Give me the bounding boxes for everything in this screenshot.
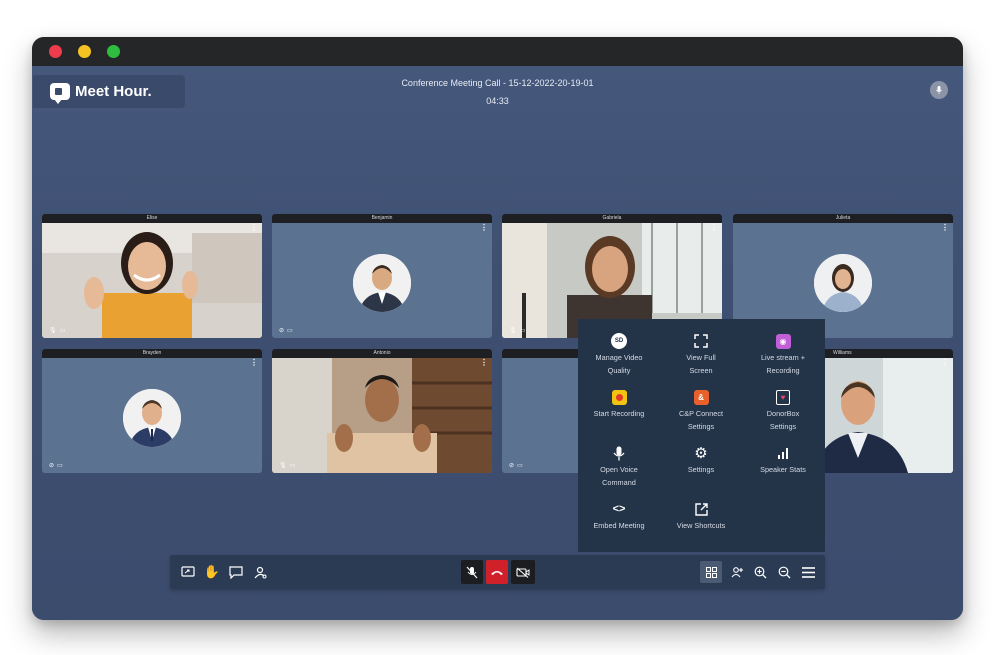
tile-status: 🎙 ▭ (509, 327, 525, 334)
mic-off-icon: ⊘ (509, 463, 515, 469)
tile-menu-icon[interactable]: ⋮ (941, 224, 949, 232)
microphone-icon (936, 86, 942, 94)
cp-connect-icon: & (693, 389, 709, 405)
invite-button[interactable] (727, 562, 747, 582)
camera-off-icon: ▭ (287, 328, 293, 334)
mute-camera-button[interactable] (511, 560, 535, 584)
meeting-title: Conference Meeting Call - 15-12-2022-20-… (401, 78, 594, 88)
tile-status: ⊘ ▭ (49, 462, 63, 469)
camera-off-icon: ▭ (57, 463, 63, 469)
participant-name: Gabriela (502, 214, 722, 223)
hang-up-button[interactable] (486, 560, 508, 584)
tile-menu-icon[interactable]: ⋮ (480, 224, 488, 232)
tile-view-button[interactable] (700, 561, 722, 583)
chat-button[interactable] (226, 562, 246, 582)
minimize-window-button[interactable] (78, 45, 91, 58)
camera-off-icon: ▭ (289, 463, 296, 469)
sd-icon: SD (611, 333, 627, 349)
more-actions-menu: SD Manage Video Quality View Full Screen… (578, 319, 825, 552)
maximize-window-button[interactable] (107, 45, 120, 58)
tile-menu-icon[interactable]: ⋮ (250, 359, 258, 367)
menu-item-settings[interactable]: ⚙ Settings (660, 445, 742, 476)
camera-on-icon: ▭ (519, 328, 526, 334)
avatar (123, 389, 181, 448)
record-icon (611, 389, 627, 405)
external-link-icon (693, 501, 709, 517)
tile-status: ⊘ ▭ (279, 327, 293, 334)
mic-on-icon: 🎙 (49, 328, 57, 334)
grid-icon (705, 566, 717, 578)
avatar (814, 254, 872, 313)
zoom-in-icon (754, 566, 766, 578)
menu-item-embed-meeting[interactable]: <> Embed Meeting (578, 501, 660, 532)
participant-name: Brayden (42, 349, 262, 358)
menu-item-open-voice-command[interactable]: Open Voice Command (578, 445, 660, 489)
menu-item-donorbox-settings[interactable]: ♥ DonorBox Settings (742, 389, 824, 433)
camera-on-icon: ▭ (59, 328, 66, 334)
tile-status: ⊘ ▭ (509, 462, 523, 469)
mic-on-icon: 🎙 (509, 328, 517, 334)
mic-off-icon: ⊘ (49, 463, 55, 469)
zoom-out-icon (778, 566, 790, 578)
tile-menu-icon[interactable]: ⋮ (480, 359, 488, 367)
window-titlebar (32, 37, 963, 66)
add-people-icon (731, 567, 743, 578)
mute-microphone-button[interactable] (461, 560, 483, 584)
menu-item-speaker-stats[interactable]: Speaker Stats (742, 445, 824, 476)
chat-icon (229, 565, 243, 579)
zoom-out-button[interactable] (774, 562, 794, 582)
tile-status: 🎙 ▭ (279, 462, 295, 469)
camera-muted-icon (516, 567, 530, 578)
more-actions-button[interactable] (798, 562, 818, 582)
menu-item-cp-connect-settings[interactable]: & C&P Connect Settings (660, 389, 742, 433)
user-settings-icon (254, 566, 266, 578)
fullscreen-icon (693, 333, 709, 349)
mic-on-icon: 🎙 (279, 463, 287, 469)
share-screen-button[interactable] (178, 562, 198, 582)
hamburger-menu-icon (801, 566, 815, 578)
meeting-app: Meet Hour. Conference Meeting Call - 15-… (32, 66, 963, 620)
participant-name: Antonio (272, 349, 492, 358)
hang-up-icon (491, 571, 503, 575)
audio-indicator-button[interactable] (930, 81, 948, 99)
participant-tile[interactable]: Brayden ⋮ ⊘ ▭ (42, 349, 262, 473)
participant-video (42, 223, 262, 338)
participant-name: Benjamin (272, 214, 492, 223)
participant-tile[interactable]: Antonio ⋮ 🎙 ▭ (272, 349, 492, 473)
tile-menu-icon[interactable]: ⋮ (941, 359, 949, 367)
zoom-in-button[interactable] (750, 562, 770, 582)
gear-icon: ⚙ (694, 444, 708, 462)
microphone-muted-icon (466, 566, 478, 578)
menu-item-view-shortcuts[interactable]: View Shortcuts (660, 501, 742, 532)
meeting-timer: 04:33 (486, 96, 509, 106)
camera-off-icon: ▭ (517, 463, 523, 469)
donorbox-icon: ♥ (775, 389, 791, 405)
participant-tile[interactable]: Elise ⋮ 🎙 ▭ (42, 214, 262, 338)
meeting-toolbar: ✋ (170, 555, 825, 589)
microphone-icon (611, 445, 627, 461)
app-window: Meet Hour. Conference Meeting Call - 15-… (32, 37, 963, 620)
participant-video (272, 358, 492, 473)
menu-item-manage-video-quality[interactable]: SD Manage Video Quality (578, 333, 660, 377)
bar-chart-icon (775, 445, 791, 461)
code-icon: <> (612, 502, 626, 515)
tile-status: 🎙 ▭ (49, 327, 65, 334)
menu-item-view-full-screen[interactable]: View Full Screen (660, 333, 742, 377)
raise-hand-button[interactable]: ✋ (202, 562, 222, 582)
tile-menu-icon[interactable]: ⋮ (250, 224, 258, 232)
hand-icon: ✋ (203, 564, 221, 579)
tile-menu-icon[interactable]: ⋮ (710, 224, 718, 232)
participants-button[interactable] (250, 562, 270, 582)
screen-share-icon (181, 566, 195, 577)
menu-item-start-recording[interactable]: Start Recording (578, 389, 660, 420)
avatar (353, 254, 411, 313)
live-stream-icon: ◉ (775, 333, 791, 349)
close-window-button[interactable] (49, 45, 62, 58)
participant-name: Julieta (733, 214, 953, 223)
menu-item-live-stream-recording[interactable]: ◉ Live stream + Recording (742, 333, 824, 377)
mic-off-icon: ⊘ (279, 328, 285, 334)
participant-tile[interactable]: Benjamin ⋮ ⊘ ▭ (272, 214, 492, 338)
participant-name: Elise (42, 214, 262, 223)
